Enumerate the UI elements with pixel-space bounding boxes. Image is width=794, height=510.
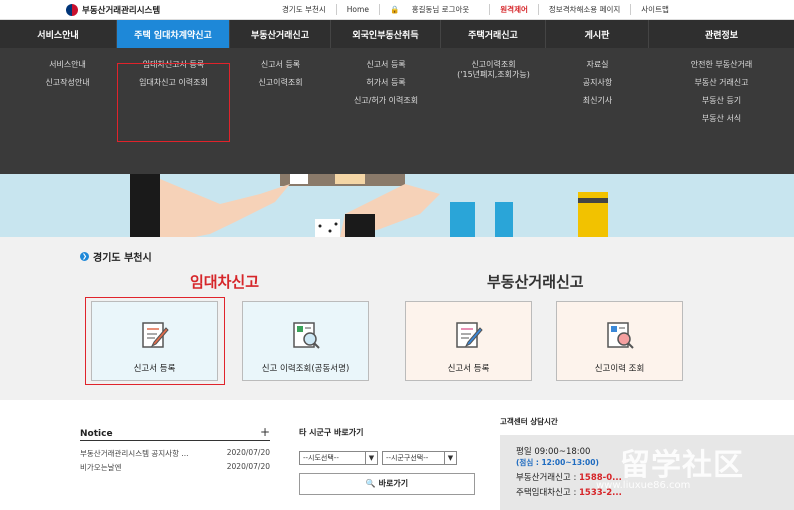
logout-label: 홍길동님 로그아웃 [411, 5, 470, 14]
lease-phone-label: 주택임대차신고 : [516, 488, 580, 498]
annotation-highlight-box [85, 297, 225, 385]
service-section: ❯ 경기도 부천시 임대차신고 부동산거래신고 신고서 등록 신고 이력조회(공… [0, 237, 794, 400]
notice-item[interactable]: 부동산거래관리시스템 공지사항 ... 2020/07/20 [80, 448, 270, 459]
callcenter-lunch: (점심 : 12:00~13:00) [516, 458, 599, 467]
notice-item-date: 2020/07/20 [226, 462, 270, 471]
home-link[interactable]: Home [335, 4, 379, 15]
submenu-item[interactable]: 허가서 등록 [331, 76, 441, 94]
document-pencil-icon [456, 322, 483, 348]
notice-item-title: 비가오는날엔 [80, 463, 122, 472]
submenu-related-info: 안전한 부동산거래 부동산 거래신고 부동산 등기 부동산 서식 [649, 58, 794, 130]
lease-history-card[interactable]: 신고 이력조회(공동서명) [242, 301, 369, 381]
card-label: 신고이력 조회 [594, 364, 645, 374]
notice-item-title: 부동산거래관리시스템 공지사항 ... [80, 449, 189, 458]
submenu-item[interactable]: 신고작성안내 [18, 76, 117, 94]
district-select[interactable]: --시군구선택-- ▼ [382, 451, 457, 465]
watermark: 留学社区 [620, 448, 744, 483]
chevron-down-icon: ▼ [444, 452, 456, 464]
card-label: 신고 이력조회(공동서명) [261, 364, 350, 374]
shortcut-title: 타 시군구 바로가기 [299, 428, 364, 437]
submenu-item[interactable]: 최신기사 [546, 94, 649, 112]
submenu-item[interactable]: 안전한 부동산거래 [649, 58, 794, 76]
submenu-item[interactable]: 신고이력조회 [230, 76, 331, 94]
chevron-right-icon: ❯ [80, 252, 89, 261]
site-logo[interactable]: 부동산거래관리시스템 [66, 3, 160, 17]
submenu-housing-report: 신고이력조회 ('15년폐지,조회가능) [441, 58, 546, 86]
notice-more-button[interactable]: + [260, 425, 270, 439]
submenu-item[interactable]: 부동산 서식 [649, 112, 794, 130]
notice-divider [80, 440, 270, 441]
submenu-item[interactable]: 신고/허가 이력조회 [331, 94, 441, 112]
nav-realty-report[interactable]: 부동산거래신고 [230, 20, 331, 48]
submenu-item[interactable]: 신고서 등록 [230, 58, 331, 76]
realty-phone-label: 부동산거래신고 : [516, 473, 580, 483]
government-emblem-icon [66, 4, 78, 16]
callcenter-title: 고객센터 상담시간 [500, 417, 558, 426]
document-search-icon [293, 322, 320, 349]
chevron-down-icon: ▼ [365, 452, 377, 464]
site-name: 부동산거래관리시스템 [82, 6, 161, 16]
submenu-item[interactable]: 신고서 등록 [331, 58, 441, 76]
go-shortcut-button[interactable]: 🔍 바로가기 [299, 473, 475, 495]
realty-register-card[interactable]: 신고서 등록 [405, 301, 532, 381]
logout-link[interactable]: 🔒 홍길동님 로그아웃 [378, 4, 489, 15]
nav-service-info[interactable]: 서비스안내 [0, 20, 117, 48]
notice-title: Notice [80, 429, 113, 439]
hands-holding-house-illustration [130, 174, 608, 237]
top-bar: 부동산거래관리시스템 경기도 부천시 Home 🔒 홍길동님 로그아웃 원격제어… [0, 0, 794, 20]
nav-submenu: 서비스안내 신고작성안내 임대차신고서 등록 임대차신고 이력조회 신고서 등록… [0, 48, 794, 174]
region-label: 경기도 부천시 [93, 253, 152, 264]
callcenter-hours: 평일 09:00~18:00 [516, 447, 591, 457]
nav-related-info[interactable]: 관련정보 [649, 20, 794, 48]
notice-item[interactable]: 비가오는날엔 2020/07/20 [80, 462, 270, 473]
submenu-item[interactable]: 부동산 거래신고 [649, 76, 794, 94]
realty-report-heading: 부동산거래신고 [487, 273, 584, 291]
card-label: 신고서 등록 [447, 364, 490, 374]
submenu-note: ('15년폐지,조회가능) [457, 70, 530, 79]
submenu-service-info: 서비스안내 신고작성안내 [18, 58, 117, 94]
submenu-item[interactable]: 공지사항 [546, 76, 649, 94]
remote-control-link[interactable]: 원격제어 [489, 4, 538, 15]
main-navigation: 서비스안내 주택 임대차계약신고 부동산거래신고 외국인부동산취득 주택거래신고… [0, 20, 794, 174]
province-select-value: --시도선택-- [303, 454, 339, 462]
submenu-board: 자료실 공지사항 최신기사 [546, 58, 649, 112]
go-shortcut-label: 바로가기 [378, 479, 409, 488]
nav-foreign-acquisition[interactable]: 외국인부동산취득 [331, 20, 441, 48]
region-title: ❯ 경기도 부천시 [80, 249, 152, 264]
nav-lease-report[interactable]: 주택 임대차계약신고 [117, 20, 230, 48]
realty-history-card[interactable]: 신고이력 조회 [556, 301, 683, 381]
submenu-item[interactable]: 부동산 등기 [649, 94, 794, 112]
province-select[interactable]: --시도선택-- ▼ [299, 451, 378, 465]
document-search-icon [607, 322, 634, 349]
hero-illustration [0, 174, 794, 237]
lease-report-heading: 임대차신고 [190, 273, 260, 291]
submenu-realty-report: 신고서 등록 신고이력조회 [230, 58, 331, 94]
submenu-foreign-acquisition: 신고서 등록 허가서 등록 신고/허가 이력조회 [331, 58, 441, 112]
submenu-item[interactable]: 신고이력조회 [441, 58, 546, 69]
footer-info: Notice + 부동산거래관리시스템 공지사항 ... 2020/07/20 … [0, 400, 794, 510]
accessibility-page-link[interactable]: 정보격차해소용 페이지 [537, 4, 630, 15]
notice-item-date: 2020/07/20 [226, 448, 270, 457]
region-label: 경기도 부천시 [282, 5, 326, 14]
submenu-item[interactable]: 서비스안내 [18, 58, 117, 76]
nav-housing-report[interactable]: 주택거래신고 [441, 20, 546, 48]
watermark-url: www.liuxue86.com [596, 480, 691, 491]
annotation-highlight-box [117, 63, 230, 142]
nav-board[interactable]: 게시판 [546, 20, 649, 48]
district-select-value: --시군구선택-- [386, 454, 429, 462]
search-icon: 🔍 [365, 479, 376, 488]
submenu-item[interactable]: 자료실 [546, 58, 649, 76]
sitemap-link[interactable]: 사이트맵 [630, 4, 679, 15]
utility-links: 경기도 부천시 Home 🔒 홍길동님 로그아웃 원격제어 정보격차해소용 페이… [272, 4, 679, 15]
